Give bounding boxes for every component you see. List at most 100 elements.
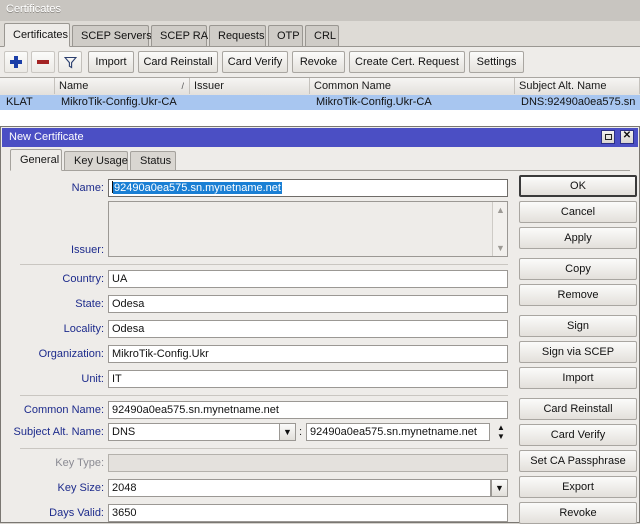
- tab-requests[interactable]: Requests: [209, 25, 266, 46]
- funnel-icon: [64, 56, 77, 69]
- revoke-button[interactable]: Revoke: [519, 502, 637, 524]
- toolbar-revoke-button[interactable]: Revoke: [292, 51, 345, 73]
- updown-spinner-icon: ▲ ▼: [497, 423, 505, 441]
- scroll-down-icon[interactable]: ▼: [493, 241, 508, 255]
- close-icon: ✕: [622, 130, 632, 141]
- divider-2: [20, 395, 508, 396]
- state-input[interactable]: Odesa: [108, 295, 508, 313]
- column-header-label: Common Name: [314, 80, 392, 92]
- remove-button[interactable]: [31, 51, 55, 73]
- sign-button[interactable]: Sign: [519, 315, 637, 337]
- subject-alt-name-spinner[interactable]: ▲ ▼: [494, 423, 508, 441]
- certificate-form: Name: 92490a0ea575.sn.mynetname.net Issu…: [2, 171, 514, 523]
- column-header-issuer[interactable]: Issuer: [190, 78, 310, 94]
- tab-certificates[interactable]: Certificates: [4, 23, 70, 47]
- table-row[interactable]: KLAT MikroTik-Config.Ukr-CA MikroTik-Confi…: [0, 95, 640, 110]
- common-name-label: Common Name:: [23, 404, 104, 416]
- cancel-button[interactable]: Cancel: [519, 201, 637, 223]
- key-type-label: Key Type:: [55, 457, 104, 469]
- plus-icon: [10, 56, 22, 68]
- window-title: Certificates: [6, 3, 62, 15]
- country-label: Country:: [62, 273, 104, 285]
- subject-alt-name-type-dropdown[interactable]: ▼: [279, 423, 296, 441]
- tab-otp[interactable]: OTP: [268, 25, 303, 46]
- issuer-scrollbar[interactable]: ▲ ▼: [492, 202, 507, 256]
- divider-1: [20, 264, 508, 265]
- dialog-tab-status[interactable]: Status: [130, 151, 176, 171]
- column-header-index[interactable]: [0, 78, 55, 94]
- issuer-textarea[interactable]: ▲ ▼: [108, 201, 508, 257]
- name-label: Name:: [71, 182, 104, 194]
- card-verify-button[interactable]: Card Verify: [519, 424, 637, 446]
- minus-icon: [37, 60, 49, 64]
- dialog-title: New Certificate: [9, 131, 84, 143]
- sort-indicator-icon: /: [181, 81, 184, 91]
- apply-button[interactable]: Apply: [519, 227, 637, 249]
- name-input-value: 92490a0ea575.sn.mynetname.net: [113, 182, 282, 194]
- toolbar: Import Card Reinstall Card Verify Revoke Cre…: [0, 47, 640, 77]
- toolbar-card-reinstall-button[interactable]: Card Reinstall: [138, 51, 218, 73]
- subject-alt-name-value-input[interactable]: 92490a0ea575.sn.mynetname.net: [306, 423, 490, 441]
- subject-alt-name-type-input[interactable]: DNS: [108, 423, 280, 441]
- key-size-input[interactable]: 2048: [108, 479, 491, 497]
- table-cell: DNS:92490a0ea575.sn: [521, 96, 636, 108]
- column-header-common-name[interactable]: Common Name: [310, 78, 515, 94]
- maximize-button[interactable]: [600, 130, 615, 144]
- sign-via-scep-button[interactable]: Sign via SCEP: [519, 341, 637, 363]
- remove-button[interactable]: Remove: [519, 284, 637, 306]
- certificates-table: Name / Issuer Common Name Subject Alt. Name …: [0, 77, 640, 127]
- table-header: Name / Issuer Common Name Subject Alt. Name: [0, 78, 640, 96]
- scroll-up-icon[interactable]: ▲: [493, 203, 508, 217]
- tab-scep-servers[interactable]: SCEP Servers: [72, 25, 152, 46]
- toolbar-create-cert-request-button[interactable]: Create Cert. Request: [349, 51, 465, 73]
- divider-3: [20, 448, 508, 449]
- toolbar-import-button[interactable]: Import: [88, 51, 134, 73]
- chevron-down-icon: ▼: [495, 483, 504, 493]
- certificates-window: Certificates Certificates SCEP Servers SCE…: [0, 0, 640, 524]
- import-button[interactable]: Import: [519, 367, 637, 389]
- subject-alt-name-label: Subject Alt. Name:: [13, 426, 105, 438]
- column-header-label: Subject Alt. Name: [519, 80, 607, 92]
- state-label: State:: [75, 298, 104, 310]
- add-button[interactable]: [4, 51, 28, 73]
- main-tab-bar: Certificates SCEP Servers SCEP RA Requests O…: [0, 21, 640, 47]
- close-button[interactable]: ✕: [620, 130, 634, 144]
- country-input[interactable]: UA: [108, 270, 508, 288]
- table-cell: MikroTik-Config.Ukr-CA: [316, 96, 432, 108]
- chevron-down-icon: ▼: [283, 427, 292, 437]
- column-header-label: Issuer: [194, 80, 224, 92]
- ok-button[interactable]: OK: [519, 175, 637, 197]
- dialog-tab-key-usage[interactable]: Key Usage: [64, 151, 128, 171]
- dialog-tab-general[interactable]: General: [10, 149, 62, 171]
- new-certificate-dialog: New Certificate ✕ General Key Usage Status…: [0, 126, 640, 524]
- unit-input[interactable]: IT: [108, 370, 508, 388]
- table-cell: KLAT: [6, 96, 33, 108]
- tab-crl[interactable]: CRL: [305, 25, 339, 46]
- filter-button[interactable]: [58, 51, 82, 73]
- locality-input[interactable]: Odesa: [108, 320, 508, 338]
- column-header-subject-alt-name[interactable]: Subject Alt. Name: [515, 78, 640, 94]
- days-valid-label: Days Valid:: [49, 507, 104, 519]
- key-size-label: Key Size:: [57, 482, 104, 494]
- column-header-label: Name: [59, 80, 89, 92]
- organization-label: Organization:: [38, 348, 104, 360]
- maximize-icon: [604, 134, 612, 140]
- toolbar-settings-button[interactable]: Settings: [469, 51, 524, 73]
- unit-label: Unit:: [81, 373, 104, 385]
- table-empty-row: [0, 110, 640, 124]
- tab-scep-ra[interactable]: SCEP RA: [151, 25, 208, 46]
- dialog-title-bar[interactable]: New Certificate ✕: [2, 128, 638, 147]
- days-valid-input[interactable]: 3650: [108, 504, 508, 522]
- card-reinstall-button[interactable]: Card Reinstall: [519, 398, 637, 420]
- name-input[interactable]: 92490a0ea575.sn.mynetname.net: [108, 179, 508, 197]
- export-button[interactable]: Export: [519, 476, 637, 498]
- key-size-dropdown[interactable]: ▼: [491, 479, 508, 497]
- copy-button[interactable]: Copy: [519, 258, 637, 280]
- common-name-input[interactable]: 92490a0ea575.sn.mynetname.net: [108, 401, 508, 419]
- window-title-strip: Certificates: [0, 0, 640, 22]
- toolbar-card-verify-button[interactable]: Card Verify: [222, 51, 288, 73]
- key-type-input: [108, 454, 508, 472]
- set-ca-passphrase-button[interactable]: Set CA Passphrase: [519, 450, 637, 472]
- column-header-name[interactable]: Name /: [55, 78, 190, 94]
- organization-input[interactable]: MikroTik-Config.Ukr: [108, 345, 508, 363]
